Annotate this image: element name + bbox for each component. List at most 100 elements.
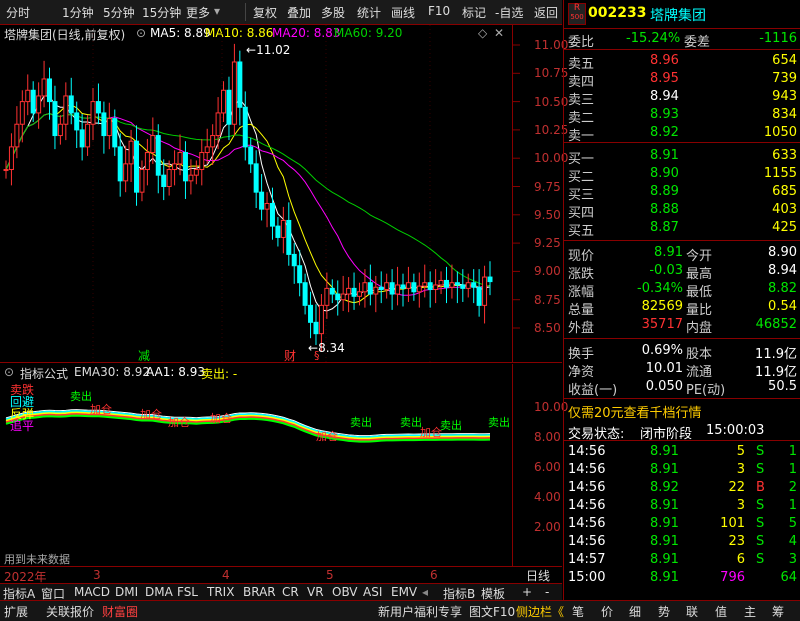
- chevron-left-icon[interactable]: ◂: [422, 585, 428, 599]
- candle-body: [30, 89, 36, 114]
- panel-tab-value[interactable]: 值: [715, 603, 727, 620]
- high-price-marker: ←11.02: [246, 43, 291, 57]
- indicator-pane[interactable]: ⊙ 指标公式 EMA30: 8.92 AA1: 8.93 卖出: - 卖跌 回避…: [0, 364, 568, 567]
- candle-body: [460, 284, 466, 289]
- candle-body: [74, 112, 80, 131]
- tab-emv[interactable]: EMV: [391, 585, 417, 599]
- tab-asi[interactable]: ASI: [363, 585, 382, 599]
- candle-body: [215, 112, 221, 137]
- stock-code: 002233: [588, 5, 647, 21]
- indicator-tick: 4.00: [534, 490, 561, 504]
- signal-legend: 卖跌 回避 反弹 追平: [10, 384, 34, 432]
- toolbar-back[interactable]: 返回: [534, 4, 558, 21]
- tab-brar[interactable]: BRAR: [243, 585, 276, 599]
- candle-body: [85, 123, 91, 148]
- candle-body: [226, 89, 232, 125]
- tick-row: 14:56 8.92 22 B 2: [568, 480, 797, 495]
- trade-status-row: 交易状态: 闭市阶段 15:00:03: [568, 423, 765, 442]
- tab-fsl[interactable]: FSL: [177, 585, 198, 599]
- toolbar-mark[interactable]: 标记: [462, 4, 486, 21]
- event-finance[interactable]: 财: [284, 347, 296, 364]
- ma60-line: [5, 113, 491, 287]
- period-selector[interactable]: 日线: [526, 567, 550, 584]
- quote-panel: R 500 002233 塔牌集团 委比 -15.24% 委差 -1116 卖五…: [563, 0, 800, 600]
- indicator-tick: 2.00: [534, 520, 561, 534]
- status-wealth-circle[interactable]: 财富圈: [102, 603, 138, 620]
- add-position-tag: 加仓: [90, 403, 112, 416]
- toolbar-restore-rights[interactable]: 复权: [253, 4, 277, 21]
- promo-banner[interactable]: 仅需20元查看千档行情: [564, 401, 800, 421]
- tab-obv[interactable]: OBV: [332, 585, 358, 599]
- chevron-down-icon[interactable]: ▾: [214, 4, 220, 18]
- tab-dmi[interactable]: DMI: [115, 585, 138, 599]
- toolbar-more[interactable]: 更多: [186, 4, 210, 21]
- sell-tag: 卖出: [350, 416, 372, 429]
- candle-body: [204, 146, 210, 154]
- kline-pane[interactable]: 塔牌集团(日线,前复权) ⊙ MA5: 8.89 MA10: 8.86 MA20…: [0, 25, 568, 364]
- status-f10-button[interactable]: 图文F10: [469, 603, 515, 620]
- zoom-out-button[interactable]: -: [545, 585, 549, 599]
- ma10-line: [5, 104, 491, 304]
- panel-tab-price[interactable]: 价: [601, 603, 613, 620]
- fin-row: 净资 10.01 流通 11.9亿: [568, 361, 797, 380]
- toolbar-overlay[interactable]: 叠加: [287, 4, 311, 21]
- ask-row: 卖五 8.96 654: [568, 53, 797, 72]
- panel-tab-chips[interactable]: 筹: [772, 603, 784, 620]
- candle-body: [302, 282, 308, 306]
- candle-body: [286, 219, 292, 255]
- date-axis: 2022年 3 4 5 6 日线: [0, 567, 562, 584]
- toolbar-statistics[interactable]: 统计: [357, 4, 381, 21]
- bid-row: 买五 8.87 425: [568, 220, 797, 239]
- candle-body: [188, 174, 194, 182]
- event-reduce[interactable]: 减: [138, 347, 150, 364]
- candle-body: [433, 284, 439, 291]
- candle-body: [346, 287, 352, 295]
- tab-macd[interactable]: MACD: [74, 585, 110, 599]
- status-sidebar-toggle[interactable]: 侧边栏《: [516, 603, 564, 620]
- toolbar-15min[interactable]: 15分钟: [142, 4, 181, 21]
- toolbar-5min[interactable]: 5分钟: [103, 4, 135, 21]
- candle-body: [161, 174, 167, 187]
- candle-body: [155, 135, 161, 176]
- toolbar-f10[interactable]: F10: [428, 4, 450, 18]
- toolbar-multi-stock[interactable]: 多股: [321, 4, 345, 21]
- kline-canvas: [3, 25, 520, 363]
- candle-body: [487, 276, 493, 283]
- panel-tab-trades[interactable]: 笔: [572, 603, 584, 620]
- candle-body: [221, 89, 227, 114]
- candle-body: [275, 225, 281, 238]
- event-s[interactable]: §: [314, 349, 320, 362]
- zoom-in-button[interactable]: +: [522, 585, 532, 599]
- toolbar-intraday[interactable]: 分时: [6, 4, 30, 21]
- panel-tab-linked[interactable]: 联: [686, 603, 698, 620]
- candle-body: [438, 279, 444, 286]
- tab-dma[interactable]: DMA: [145, 585, 173, 599]
- tab-vr[interactable]: VR: [307, 585, 324, 599]
- status-new-user-promo[interactable]: 新用户福利专享: [378, 603, 462, 620]
- tab-cr[interactable]: CR: [282, 585, 299, 599]
- status-related-quote[interactable]: 关联报价: [46, 603, 94, 620]
- tick-row: 14:56 8.91 3 S 1: [568, 498, 797, 513]
- panel-tab-detail[interactable]: 细: [629, 603, 641, 620]
- panel-tab-main[interactable]: 主: [744, 603, 756, 620]
- grid-lines: [92, 25, 520, 363]
- candle-body: [139, 169, 145, 193]
- toolbar-1min[interactable]: 1分钟: [62, 4, 94, 21]
- status-extend[interactable]: 扩展: [4, 603, 28, 620]
- sell-tag: 卖出: [400, 416, 422, 429]
- add-position-tag: 加仓: [168, 416, 190, 429]
- candle-body: [52, 101, 58, 137]
- toolbar-draw-line[interactable]: 画线: [391, 4, 415, 21]
- candle-body: [378, 286, 384, 291]
- quote-row: 现价 8.91 今开 8.90: [568, 245, 797, 264]
- candle-body: [259, 191, 265, 210]
- candle-body: [57, 123, 63, 137]
- bid-row: 买三 8.89 685: [568, 184, 797, 203]
- panel-tab-trend[interactable]: 势: [658, 603, 670, 620]
- tab-trix[interactable]: TRIX: [207, 585, 234, 599]
- tick-row: 14:56 8.91 23 S 4: [568, 534, 797, 549]
- ask-row: 卖一 8.92 1050: [568, 125, 797, 144]
- candle-body: [384, 282, 390, 291]
- toolbar-add-watchlist[interactable]: -自选: [495, 4, 523, 21]
- candle-body: [324, 287, 330, 306]
